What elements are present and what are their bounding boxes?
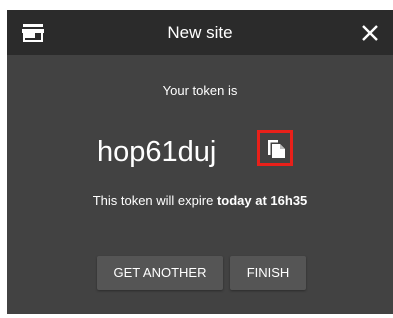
- dialog-title: New site: [167, 23, 233, 42]
- copy-token-button[interactable]: [257, 130, 293, 166]
- token-row: hop61duj: [7, 130, 393, 172]
- token-value: hop61duj: [97, 136, 217, 168]
- close-button[interactable]: [357, 20, 383, 46]
- finish-button[interactable]: FINISH: [230, 256, 306, 290]
- close-icon: [357, 25, 383, 50]
- dialog-titlebar: New site: [7, 10, 393, 55]
- expiry-prefix: This token will expire: [92, 193, 217, 208]
- get-another-button[interactable]: GET ANOTHER: [97, 256, 223, 290]
- expiry-time: today at 16h35: [216, 193, 308, 208]
- token-subtitle: Your token is: [162, 83, 238, 98]
- expiry-text: This token will expire today at 16h35: [7, 193, 393, 208]
- new-site-dialog: New site Your token is hop61duj This tok…: [7, 10, 393, 314]
